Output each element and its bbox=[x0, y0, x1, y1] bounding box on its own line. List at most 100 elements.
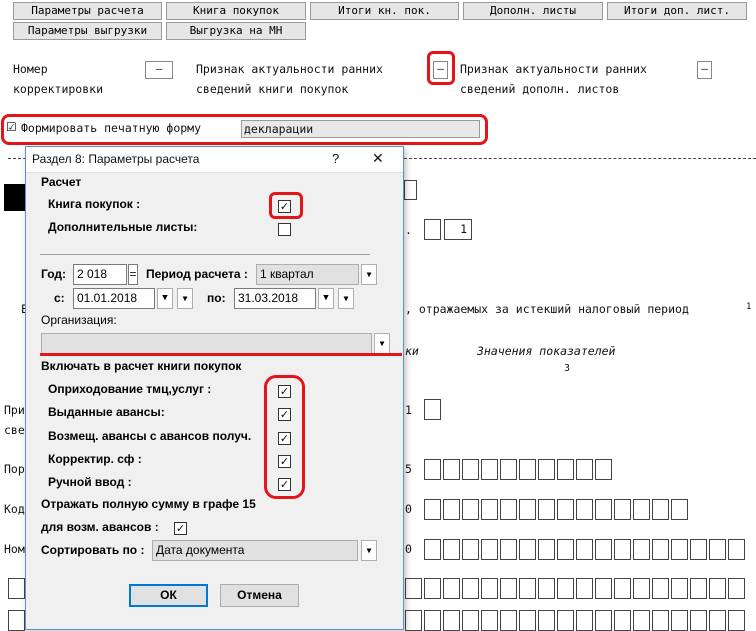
tab-export-params[interactable]: Параметры выгрузки bbox=[13, 22, 162, 40]
form-cell[interactable] bbox=[576, 539, 593, 560]
cancel-button[interactable]: Отмена bbox=[220, 584, 299, 607]
form-cell[interactable] bbox=[462, 539, 479, 560]
date-from-spinner-icon[interactable]: ▼ bbox=[157, 288, 173, 309]
relevance-add-flag[interactable]: – bbox=[697, 61, 712, 79]
form-cell[interactable] bbox=[500, 539, 517, 560]
form-cell[interactable] bbox=[519, 499, 536, 520]
form-cell[interactable] bbox=[424, 499, 441, 520]
form-cell[interactable] bbox=[709, 539, 726, 560]
form-cell[interactable] bbox=[595, 539, 612, 560]
form-cell[interactable] bbox=[595, 499, 612, 520]
form-cell[interactable] bbox=[671, 578, 688, 599]
form-cell[interactable] bbox=[728, 539, 745, 560]
form-cell[interactable] bbox=[538, 578, 555, 599]
form-cell[interactable] bbox=[538, 459, 555, 480]
form-cell[interactable] bbox=[576, 459, 593, 480]
form-cell[interactable] bbox=[424, 539, 441, 560]
form-cell[interactable] bbox=[481, 539, 498, 560]
form-cell[interactable] bbox=[462, 459, 479, 480]
form-cell[interactable] bbox=[500, 610, 517, 631]
form-cell[interactable] bbox=[728, 578, 745, 599]
form-cell[interactable] bbox=[443, 578, 460, 599]
form-cell[interactable] bbox=[652, 578, 669, 599]
date-from-dropdown-icon[interactable]: ▼ bbox=[177, 288, 193, 309]
form-cell[interactable] bbox=[576, 610, 593, 631]
form-cell[interactable] bbox=[671, 539, 688, 560]
form-cell[interactable] bbox=[538, 539, 555, 560]
form-cell[interactable] bbox=[405, 578, 422, 599]
form-cell[interactable] bbox=[538, 499, 555, 520]
form-cell[interactable] bbox=[709, 578, 726, 599]
dialog-titlebar[interactable]: Раздел 8: Параметры расчета ? ✕ bbox=[26, 147, 403, 173]
form-cell[interactable] bbox=[519, 610, 536, 631]
period-dropdown-icon[interactable]: ▼ bbox=[361, 264, 377, 285]
form-cell[interactable] bbox=[728, 610, 745, 631]
form-cell[interactable] bbox=[595, 578, 612, 599]
tab-purchase-book[interactable]: Книга покупок bbox=[166, 2, 306, 20]
form-cell[interactable] bbox=[424, 578, 441, 599]
form-cell[interactable] bbox=[443, 610, 460, 631]
form-cell[interactable] bbox=[633, 499, 650, 520]
correction-number-field[interactable]: – bbox=[145, 61, 173, 79]
form-cell[interactable] bbox=[614, 610, 631, 631]
form-cell[interactable] bbox=[633, 539, 650, 560]
form-cell[interactable] bbox=[443, 499, 460, 520]
form-cell[interactable] bbox=[424, 399, 441, 420]
form-cell[interactable] bbox=[500, 578, 517, 599]
form-cell[interactable] bbox=[614, 539, 631, 560]
form-cell[interactable] bbox=[500, 499, 517, 520]
sort-select[interactable]: Дата документа bbox=[152, 540, 358, 561]
form-cell[interactable] bbox=[462, 499, 479, 520]
form-cell[interactable] bbox=[652, 539, 669, 560]
tab-additional-totals[interactable]: Итоги доп. лист. bbox=[607, 2, 747, 20]
form-cell[interactable] bbox=[404, 180, 417, 200]
additional-sheets-checkbox[interactable] bbox=[278, 223, 291, 236]
tab-calc-params[interactable]: Параметры расчета bbox=[13, 2, 162, 20]
form-cell[interactable] bbox=[519, 539, 536, 560]
year-field[interactable]: 2 018 bbox=[73, 264, 127, 285]
form-cell[interactable] bbox=[652, 499, 669, 520]
form-cell[interactable] bbox=[500, 459, 517, 480]
full-sum-checkbox[interactable]: ✓ bbox=[174, 522, 187, 535]
close-icon[interactable]: ✕ bbox=[372, 150, 384, 167]
period-select[interactable]: 1 квартал bbox=[256, 264, 359, 285]
tab-export-mn[interactable]: Выгрузка на МН bbox=[166, 22, 306, 40]
form-cell[interactable] bbox=[481, 499, 498, 520]
form-cell[interactable] bbox=[462, 578, 479, 599]
form-cell[interactable] bbox=[595, 459, 612, 480]
form-cell[interactable] bbox=[481, 578, 498, 599]
form-cell[interactable] bbox=[671, 499, 688, 520]
form-cell[interactable] bbox=[481, 459, 498, 480]
form-cell[interactable] bbox=[690, 578, 707, 599]
form-cell[interactable] bbox=[633, 610, 650, 631]
date-to-dropdown-icon[interactable]: ▼ bbox=[338, 288, 354, 309]
form-cell[interactable] bbox=[519, 578, 536, 599]
sort-dropdown-icon[interactable]: ▼ bbox=[361, 540, 377, 561]
org-dropdown-icon[interactable]: ▼ bbox=[374, 333, 390, 354]
form-cell-value[interactable]: 1 bbox=[444, 219, 472, 240]
form-cell[interactable] bbox=[690, 539, 707, 560]
form-cell[interactable] bbox=[576, 499, 593, 520]
form-cell[interactable] bbox=[652, 610, 669, 631]
form-cell[interactable] bbox=[424, 219, 441, 240]
form-cell[interactable] bbox=[8, 610, 25, 631]
form-cell[interactable] bbox=[443, 459, 460, 480]
form-cell[interactable] bbox=[519, 459, 536, 480]
form-cell[interactable] bbox=[557, 578, 574, 599]
form-cell[interactable] bbox=[557, 539, 574, 560]
form-cell[interactable] bbox=[614, 499, 631, 520]
form-cell[interactable] bbox=[595, 610, 612, 631]
form-cell[interactable] bbox=[481, 610, 498, 631]
form-cell[interactable] bbox=[8, 578, 25, 599]
form-cell[interactable] bbox=[557, 459, 574, 480]
tab-additional-sheets[interactable]: Дополн. листы bbox=[463, 2, 603, 20]
form-cell[interactable] bbox=[614, 578, 631, 599]
form-cell[interactable] bbox=[576, 578, 593, 599]
form-cell[interactable] bbox=[671, 610, 688, 631]
form-cell[interactable] bbox=[462, 610, 479, 631]
tab-purchase-totals[interactable]: Итоги кн. пок. bbox=[310, 2, 459, 20]
form-cell[interactable] bbox=[557, 610, 574, 631]
form-cell[interactable] bbox=[633, 578, 650, 599]
date-to-field[interactable]: 31.03.2018 bbox=[234, 288, 316, 309]
org-select[interactable] bbox=[41, 333, 372, 354]
